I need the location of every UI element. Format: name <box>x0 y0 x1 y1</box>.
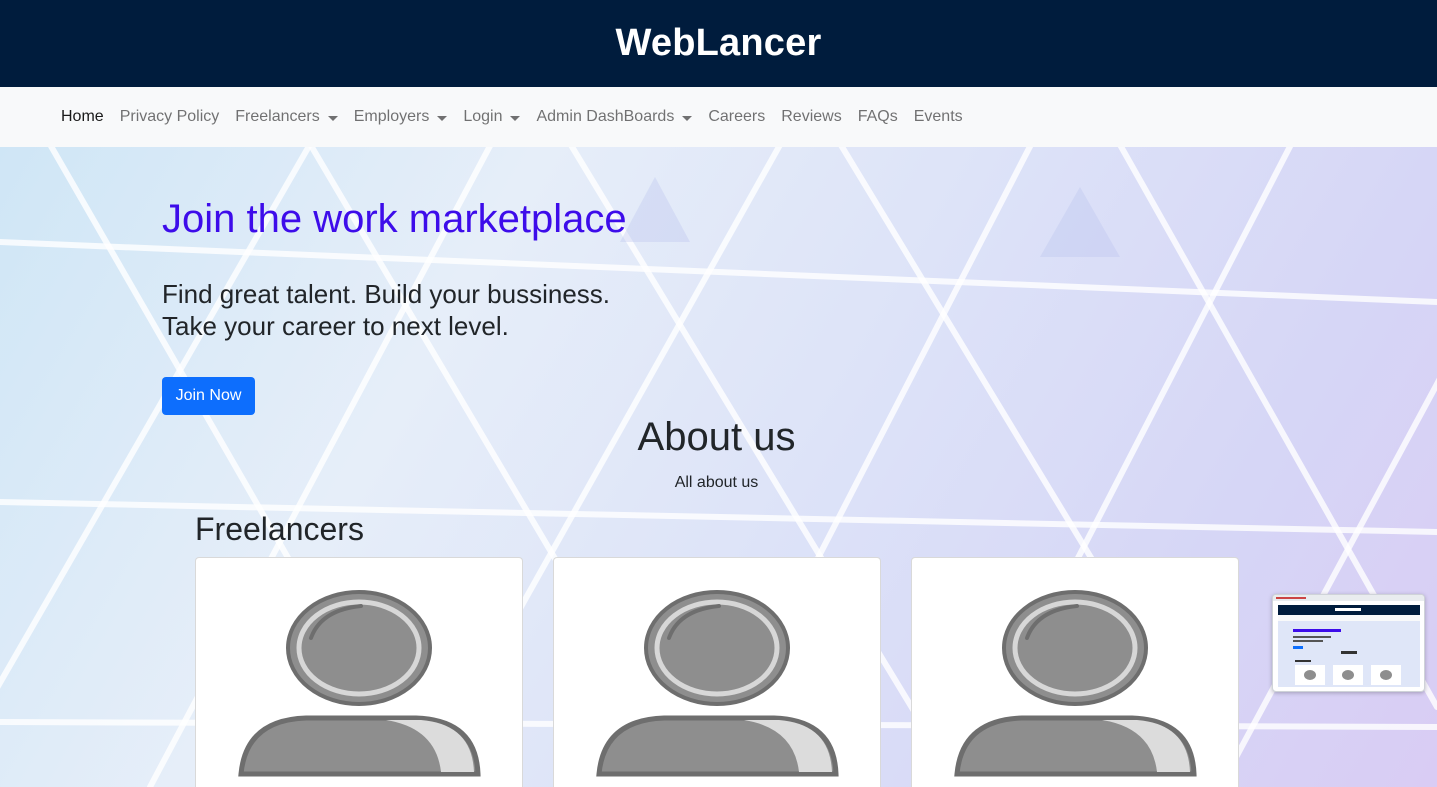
nav-reviews[interactable]: Reviews <box>773 100 849 134</box>
nav-home[interactable]: Home <box>53 100 112 134</box>
join-now-button[interactable]: Join Now <box>162 377 255 415</box>
user-avatar-icon <box>596 590 839 777</box>
nav-faqs[interactable]: FAQs <box>850 100 906 134</box>
nav-events[interactable]: Events <box>906 100 971 134</box>
hero-section: Join the work marketplace Find great tal… <box>0 147 1437 787</box>
user-avatar-icon <box>238 590 481 777</box>
main-navbar: Home Privacy Policy Freelancers Employer… <box>0 87 1437 147</box>
freelancer-card[interactable] <box>553 557 881 787</box>
freelancers-section-title: Freelancers <box>195 511 364 547</box>
brand-title[interactable]: WebLancer <box>616 22 822 65</box>
nav-privacy-policy[interactable]: Privacy Policy <box>112 100 228 134</box>
caret-down-icon <box>437 115 448 121</box>
caret-down-icon <box>327 115 338 121</box>
screenshot-thumbnail-preview[interactable] <box>1272 594 1425 692</box>
nav-employers-dropdown[interactable]: Employers <box>346 100 456 134</box>
caret-down-icon <box>510 115 521 121</box>
site-header: WebLancer <box>0 0 1437 87</box>
hero-lead-line-2: Take your career to next level. <box>162 311 509 341</box>
about-subtitle: All about us <box>674 474 759 491</box>
nav-login-dropdown[interactable]: Login <box>455 100 528 134</box>
about-title: About us <box>637 415 796 459</box>
hero-lead-line-1: Find great talent. Build your bussiness. <box>162 279 611 309</box>
user-avatar-icon <box>954 590 1197 777</box>
caret-down-icon <box>682 115 693 121</box>
nav-list: Home Privacy Policy Freelancers Employer… <box>53 100 971 134</box>
nav-admin-dashboards-dropdown[interactable]: Admin DashBoards <box>528 100 700 134</box>
freelancer-card[interactable] <box>911 557 1239 787</box>
nav-careers[interactable]: Careers <box>700 100 773 134</box>
hero-title: Join the work marketplace <box>162 197 627 241</box>
hero-lead: Find great talent. Build your bussiness.… <box>162 278 610 342</box>
freelancer-card[interactable] <box>195 557 523 787</box>
thumbnail-image <box>1273 595 1424 687</box>
nav-freelancers-dropdown[interactable]: Freelancers <box>227 100 345 134</box>
